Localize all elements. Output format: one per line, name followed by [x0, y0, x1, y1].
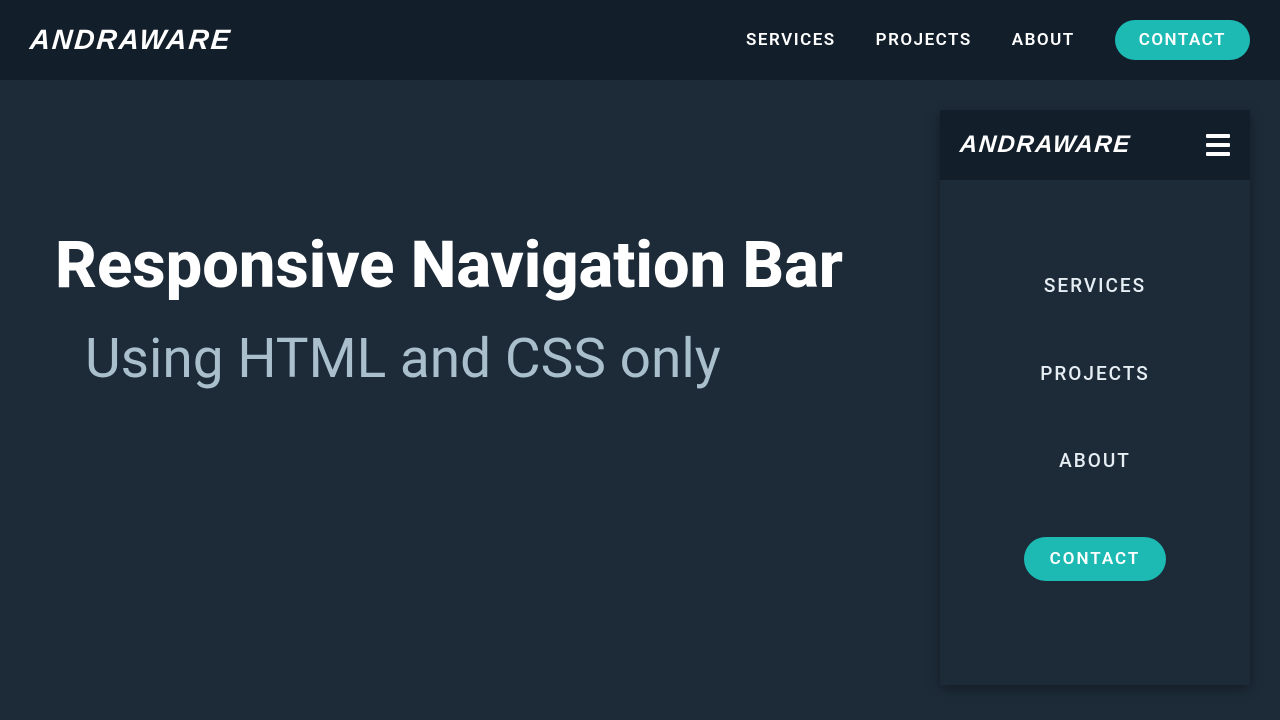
mobile-header: ANDRAWARE [940, 110, 1250, 180]
mobile-link-projects[interactable]: PROJECTS [1040, 362, 1150, 385]
mobile-links: SERVICES PROJECTS ABOUT CONTACT [940, 180, 1250, 685]
hamburger-icon[interactable] [1206, 134, 1230, 156]
mobile-link-services[interactable]: SERVICES [1044, 274, 1146, 297]
nav-contact-button[interactable]: CONTACT [1115, 20, 1250, 60]
mobile-link-about[interactable]: ABOUT [1059, 449, 1131, 472]
hero-section: Responsive Navigation Bar Using HTML and… [55, 230, 843, 391]
nav-link-projects[interactable]: PROJECTS [876, 30, 972, 50]
hero-subtitle: Using HTML and CSS only [85, 327, 843, 391]
navbar: ANDRAWARE SERVICES PROJECTS ABOUT CONTAC… [0, 0, 1280, 80]
nav-links: SERVICES PROJECTS ABOUT CONTACT [746, 20, 1250, 60]
mobile-logo[interactable]: ANDRAWARE [959, 131, 1132, 159]
mobile-nav-preview: ANDRAWARE SERVICES PROJECTS ABOUT CONTAC… [940, 110, 1250, 685]
mobile-contact-button[interactable]: CONTACT [1024, 537, 1167, 581]
hero-title: Responsive Navigation Bar [55, 230, 843, 302]
nav-link-about[interactable]: ABOUT [1012, 30, 1075, 50]
nav-link-services[interactable]: SERVICES [746, 30, 836, 50]
logo[interactable]: ANDRAWARE [29, 24, 233, 56]
